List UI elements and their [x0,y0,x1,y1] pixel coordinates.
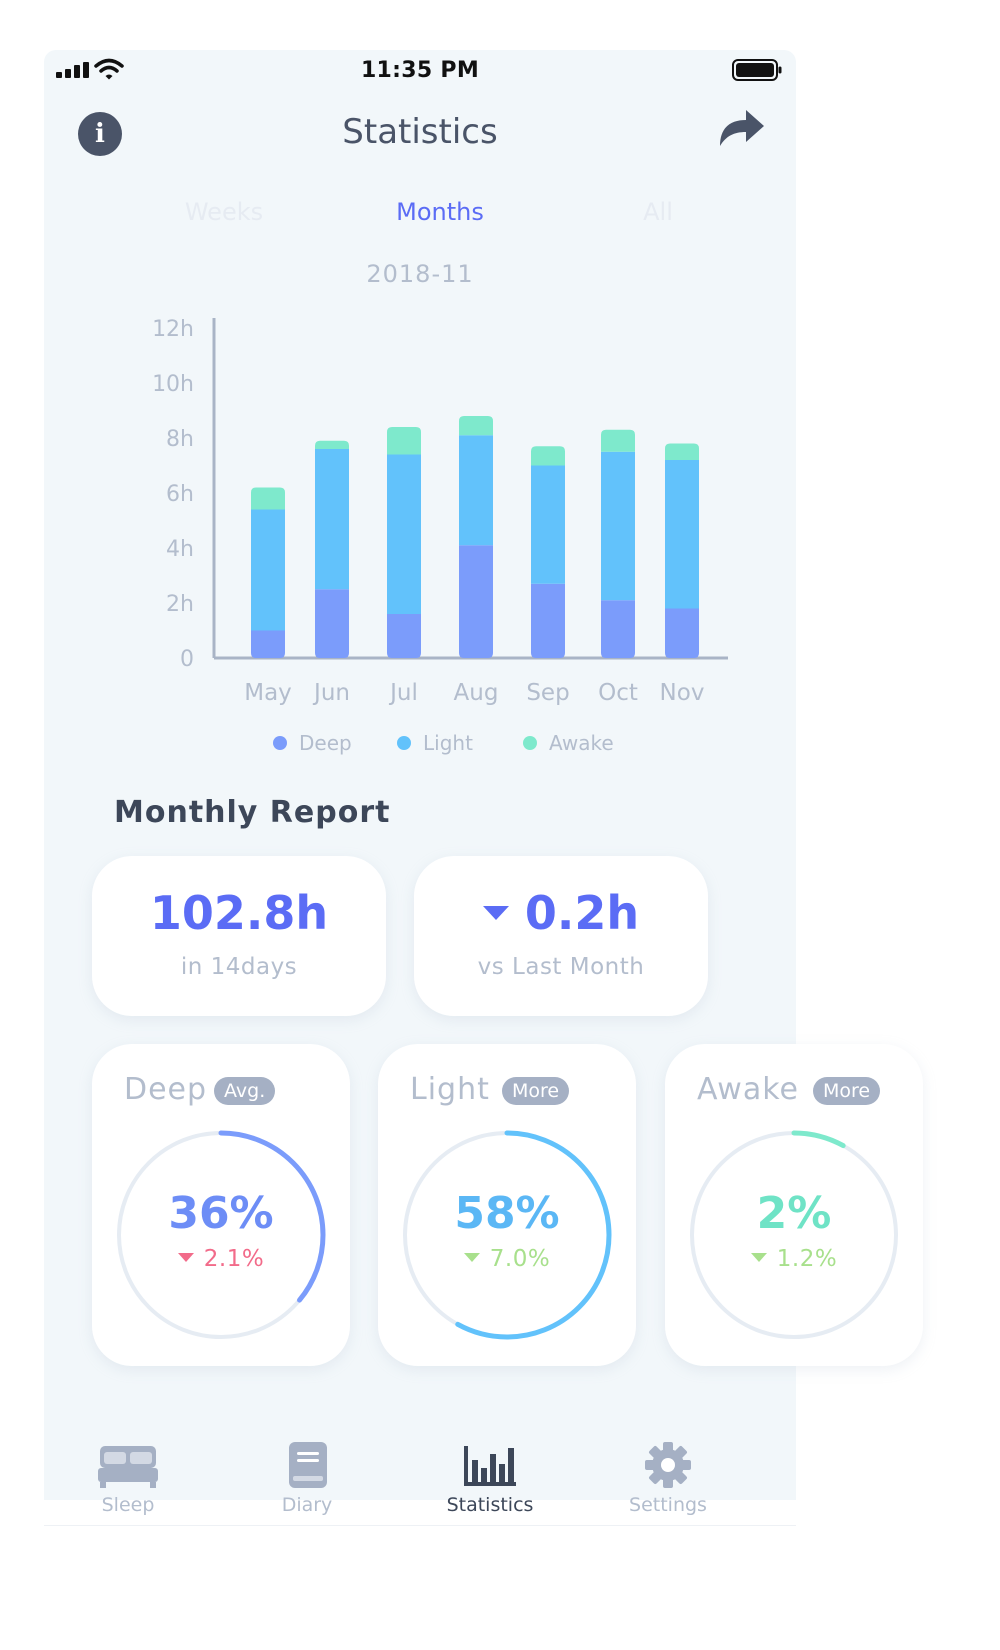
bar-chart-icon [464,1446,516,1486]
sleep-stacked-bar-chart: 0 2h 4h 6h 8h 10h 12h May Jun Jul Aug Sep Oct Nov Deep… [152,317,728,755]
bar-segment-light [459,435,493,546]
tab-label: Statistics [446,1494,534,1516]
bar-segment-deep [315,589,349,658]
ring-tag[interactable]: More [502,1077,570,1105]
change-card: 0.2h vs Last Month [414,856,708,1016]
y-tick-label: 4h [166,537,194,562]
legend-dot [397,736,411,750]
bar-segment-awake [601,429,635,452]
total-hours-value: 102.8h [149,886,329,940]
bar-segment-awake [315,440,349,449]
legend-label: Light [423,731,473,755]
bar-segment-awake [251,487,285,510]
y-tick-label: 10h [152,372,194,397]
y-tick-label: 8h [166,427,194,452]
decrease-arrow-icon [482,905,509,920]
bar-segment-awake [531,446,565,466]
bar-segment-deep [665,608,699,658]
tab-label: Sleep [101,1494,155,1516]
light-ring-card[interactable]: Light More 58% 7.0% [378,1044,636,1366]
x-tick-label: Nov [660,680,705,706]
bar-segment-deep [459,545,493,658]
bar-segment-deep [531,583,565,658]
legend-label: Awake [549,731,614,755]
y-tick-label: 0 [180,647,194,672]
ring-tag[interactable]: Avg. [214,1077,276,1105]
bar-segment-light [665,460,699,609]
period-label: 2018-11 [366,260,474,288]
x-tick-label: Sep [526,680,569,706]
share-icon[interactable] [714,102,768,152]
ring-percent: 36% [168,1188,274,1239]
bar-segment-awake [387,427,421,455]
total-hours-card: 102.8h in 14days [92,856,386,1016]
bed-icon [98,1446,158,1488]
legend-label: Deep [299,731,352,755]
section-title: Monthly Report [114,795,391,830]
ring-title: Awake [697,1072,799,1107]
ring-change: 7.0% [489,1246,551,1272]
y-tick-label: 2h [166,592,194,617]
x-tick-label: Oct [598,680,638,706]
y-tick-label: 12h [152,317,194,342]
bar-segment-deep [601,600,635,658]
x-tick-label: Jul [388,680,418,706]
deep-ring-card[interactable]: Deep Avg. 36% 2.1% [92,1044,350,1366]
bar-segment-light [387,454,421,614]
ring-title: Deep [124,1072,208,1107]
decrease-arrow-icon [750,1253,767,1262]
legend-dot [273,736,287,750]
ring-change: 1.2% [776,1246,838,1272]
bar-segment-light [531,465,565,584]
ring-percent: 58% [454,1188,560,1239]
ring-change: 2.1% [203,1246,265,1272]
awake-ring-card[interactable]: Awake More 2% 1.2% [665,1044,923,1366]
status-bar: 11:35 PM [44,50,796,90]
status-time: 11:35 PM [360,58,480,83]
y-tick-label: 6h [166,482,194,507]
bar-segment-deep [251,630,285,658]
x-tick-label: Aug [454,680,499,706]
tab-label: Diary [281,1494,333,1516]
tab-label: Settings [629,1494,707,1516]
total-hours-caption: in 14days [180,954,298,980]
tab-all[interactable]: All [578,198,738,226]
tab-weeks[interactable]: Weeks [144,198,304,226]
x-tick-label: May [244,680,292,706]
tab-bar: Sleep Diary Statistics Settings [44,1430,796,1526]
ring-percent: 2% [756,1188,832,1239]
bar-segment-awake [459,416,493,436]
ring-tag[interactable]: More [813,1077,881,1105]
tab-months[interactable]: Months [360,198,520,226]
phone-screen: 11:35 PM i Statistics Weeks Months All 2… [44,50,923,1650]
page-title: Statistics [342,112,498,152]
battery-icon [732,59,782,81]
legend-dot [523,736,537,750]
book-icon [289,1442,327,1488]
x-tick-label: Jun [312,680,350,706]
ring-title: Light [410,1072,490,1107]
bar-segment-deep [387,614,421,658]
bar-segment-light [315,449,349,590]
bar-segment-light [251,509,285,631]
change-caption: vs Last Month [477,954,645,980]
bar-segment-light [601,451,635,601]
decrease-arrow-icon [463,1253,480,1262]
change-value: 0.2h [524,886,640,940]
gear-icon [645,1442,691,1488]
decrease-arrow-icon [177,1253,194,1262]
bar-segment-awake [665,443,699,460]
